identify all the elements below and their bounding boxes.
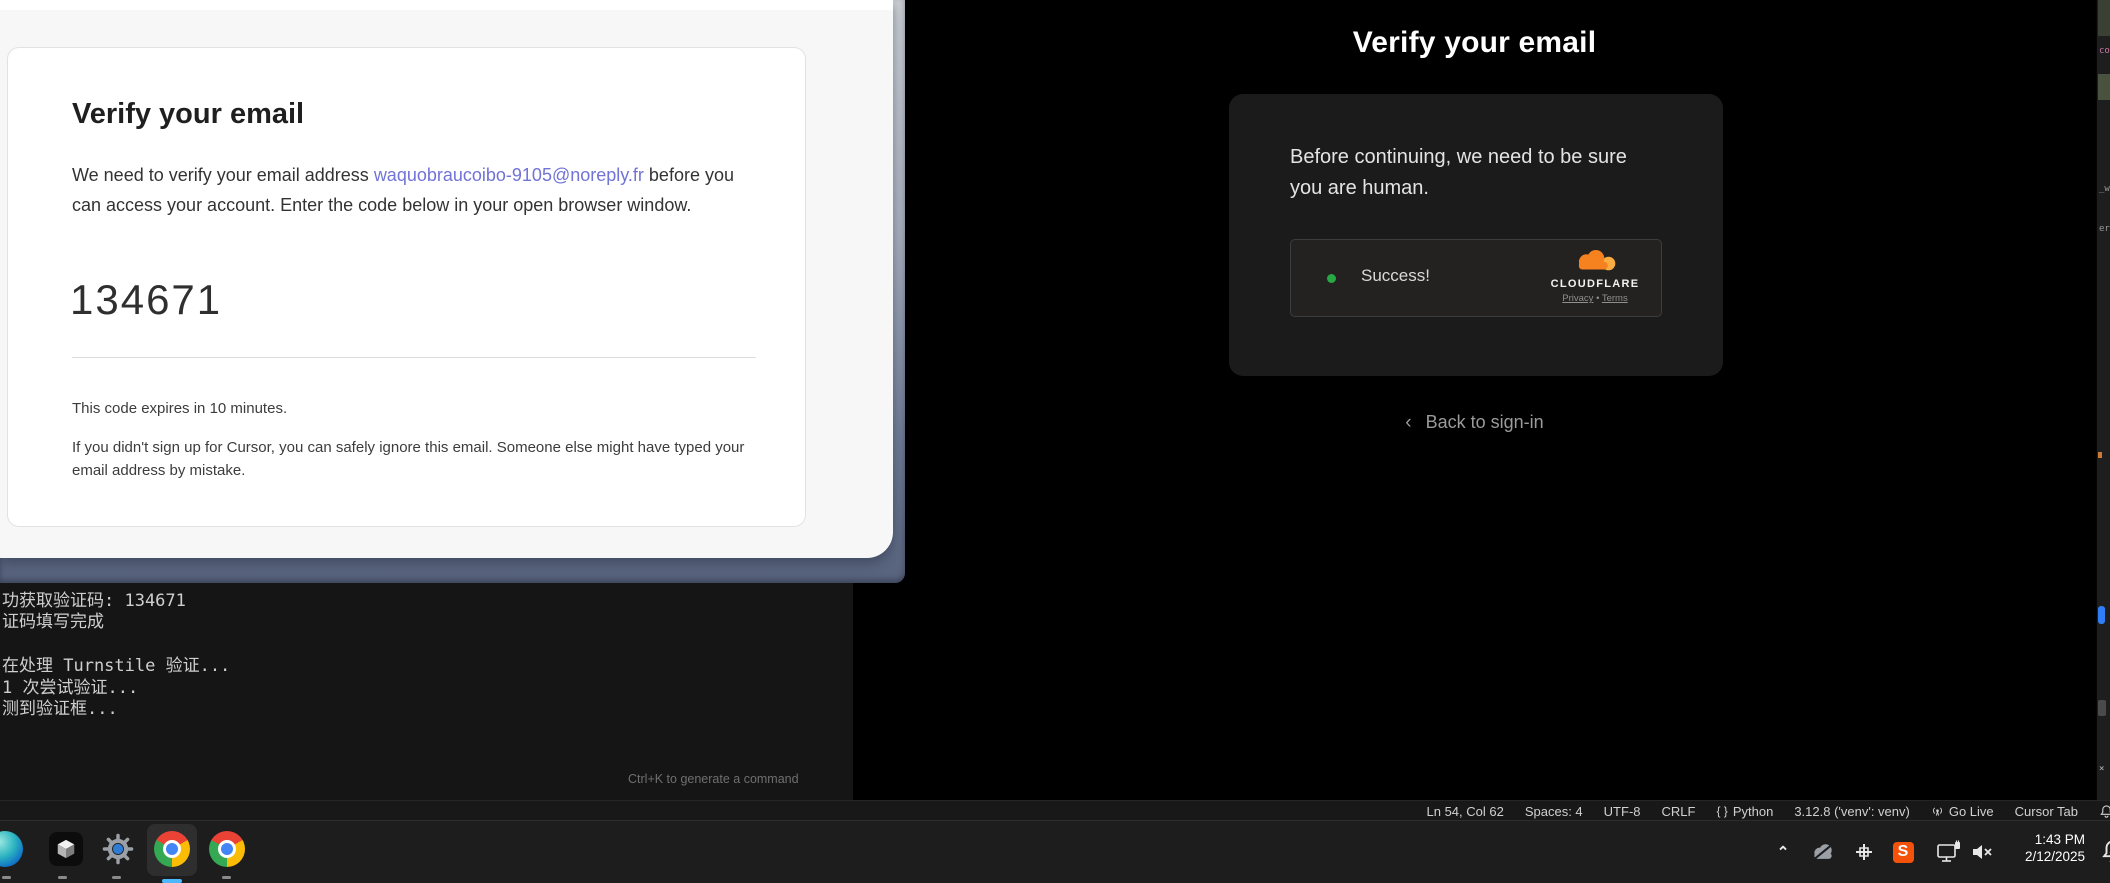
email-card: Verify your email We need to verify your… <box>7 47 806 527</box>
monitor-plug-icon <box>1936 840 1962 864</box>
email-title: Verify your email <box>72 98 304 131</box>
tray-time: 1:43 PM <box>2025 831 2085 848</box>
minimap-block <box>2098 0 2110 36</box>
terminal-panel[interactable]: 功获取验证码: 134671 证码填写完成 在处理 Turnstile 验证..… <box>0 583 853 800</box>
statusbar-go-live[interactable]: Go Live <box>1931 804 1994 819</box>
code-expiry-note: This code expires in 10 minutes. <box>72 400 287 417</box>
chrome-icon <box>154 831 190 867</box>
minimap-text: co <box>2099 46 2110 56</box>
taskbar-chrome-button-active[interactable] <box>153 830 191 868</box>
gear-icon <box>101 832 135 866</box>
tray-volume-muted[interactable] <box>1968 833 1998 871</box>
bell-z-icon: z <box>2101 839 2110 865</box>
terminal-line: 测到验证框... <box>2 694 118 719</box>
turnstile-widget: Success! CLOUDFLARE Privacy • Terms <box>1290 239 1662 317</box>
email-disclaimer: If you didn't sign up for Cursor, you ca… <box>72 436 748 482</box>
statusbar: Ln 54, Col 62 Spaces: 4 UTF-8 CRLF { } P… <box>0 800 2110 821</box>
taskbar-settings-button[interactable] <box>99 830 137 868</box>
statusbar-encoding[interactable]: UTF-8 <box>1604 804 1641 819</box>
cross-box-icon <box>1854 842 1874 862</box>
ui-fragment <box>2098 700 2106 716</box>
links-separator: • <box>1596 293 1599 304</box>
statusbar-interpreter[interactable]: 3.12.8 ('venv': venv) <box>1794 804 1910 819</box>
turnstile-status: Success! <box>1361 266 1430 286</box>
minimap-mark <box>2098 452 2102 458</box>
turnstile-links: Privacy • Terms <box>1545 293 1645 304</box>
taskbar: ⌃ S <box>0 820 2110 883</box>
tray-snap-layout[interactable] <box>1849 833 1879 871</box>
cloudflare-wordmark: CLOUDFLARE <box>1545 278 1645 290</box>
tray-date: 2/12/2025 <box>2025 848 2085 865</box>
cursor-app-icon <box>49 832 83 866</box>
braces-icon: { } <box>1716 804 1727 818</box>
go-live-label: Go Live <box>1949 804 1994 819</box>
email-body: We need to verify your email address waq… <box>72 160 760 220</box>
badge-fragment <box>2098 606 2105 624</box>
tray-sogou-input[interactable]: S <box>1888 833 1918 871</box>
running-indicator <box>2 876 11 879</box>
tray-notification-bell[interactable]: z <box>2098 833 2110 871</box>
back-to-signin-label: Back to sign-in <box>1426 412 1544 432</box>
terminal-line: 证码填写完成 <box>2 607 104 632</box>
cloudflare-cloud-icon <box>1569 250 1621 272</box>
running-indicator <box>58 876 67 879</box>
verification-code: 134671 <box>70 276 222 324</box>
human-check-prompt: Before continuing, we need to be sure yo… <box>1290 142 1662 204</box>
minimap-text: _w <box>2099 184 2110 194</box>
taskbar-chrome-button[interactable] <box>208 830 246 868</box>
minimap-block <box>2098 74 2110 100</box>
taskbar-edge-button[interactable] <box>0 830 24 868</box>
divider <box>72 357 756 358</box>
statusbar-cursor-position[interactable]: Ln 54, Col 62 <box>1427 804 1504 819</box>
edge-icon <box>0 831 23 867</box>
editor-window-sliver[interactable]: co _w er × <box>2096 0 2110 800</box>
tray-network[interactable] <box>1934 833 1964 871</box>
bell-icon <box>2099 804 2110 819</box>
running-indicator <box>112 876 121 879</box>
desktop-screen: Verify your email Before continuing, we … <box>0 0 2110 883</box>
tray-onedrive[interactable] <box>1808 833 1838 871</box>
back-to-signin-link[interactable]: ‹ Back to sign-in <box>853 412 2096 434</box>
running-indicator <box>222 876 231 879</box>
terminal-ctrlk-hint: Ctrl+K to generate a command <box>628 772 799 786</box>
success-dot-icon <box>1327 274 1336 283</box>
chevron-left-icon: ‹ <box>1405 412 1411 433</box>
email-address-link[interactable]: waquobraucoibo-9105@noreply.fr <box>374 165 644 185</box>
notifications-bell[interactable] <box>2099 804 2110 819</box>
human-check-card: Before continuing, we need to be sure yo… <box>1229 94 1723 376</box>
browser-window: Verify your email Before continuing, we … <box>853 0 2096 800</box>
speaker-mute-icon <box>1971 842 1995 862</box>
privacy-link[interactable]: Privacy <box>1562 293 1593 304</box>
statusbar-language[interactable]: { } Python <box>1716 804 1773 819</box>
chevron-up-icon: ⌃ <box>1777 843 1790 861</box>
active-running-indicator <box>162 879 182 883</box>
language-label: Python <box>1733 804 1773 819</box>
sogou-icon: S <box>1893 842 1914 863</box>
statusbar-cursor-tab[interactable]: Cursor Tab <box>2015 804 2078 819</box>
minimap-text: er <box>2099 224 2110 234</box>
statusbar-indentation[interactable]: Spaces: 4 <box>1525 804 1583 819</box>
statusbar-eol[interactable]: CRLF <box>1662 804 1696 819</box>
tray-clock[interactable]: 1:43 PM 2/12/2025 <box>2025 831 2085 865</box>
cloud-offline-icon <box>1810 842 1836 862</box>
verify-email-heading: Verify your email <box>853 26 2096 60</box>
email-window: Verify your email We need to verify your… <box>0 0 893 558</box>
taskbar-cursor-button[interactable] <box>47 830 85 868</box>
chrome-icon <box>209 831 245 867</box>
email-body-prefix: We need to verify your email address <box>72 165 374 185</box>
broadcast-icon <box>1931 805 1944 818</box>
tray-chevron-up[interactable]: ⌃ <box>1768 833 1798 871</box>
close-icon[interactable]: × <box>2099 764 2104 774</box>
email-window-topbar <box>0 0 893 10</box>
terms-link[interactable]: Terms <box>1602 293 1628 304</box>
cloudflare-branding: CLOUDFLARE Privacy • Terms <box>1545 250 1645 304</box>
